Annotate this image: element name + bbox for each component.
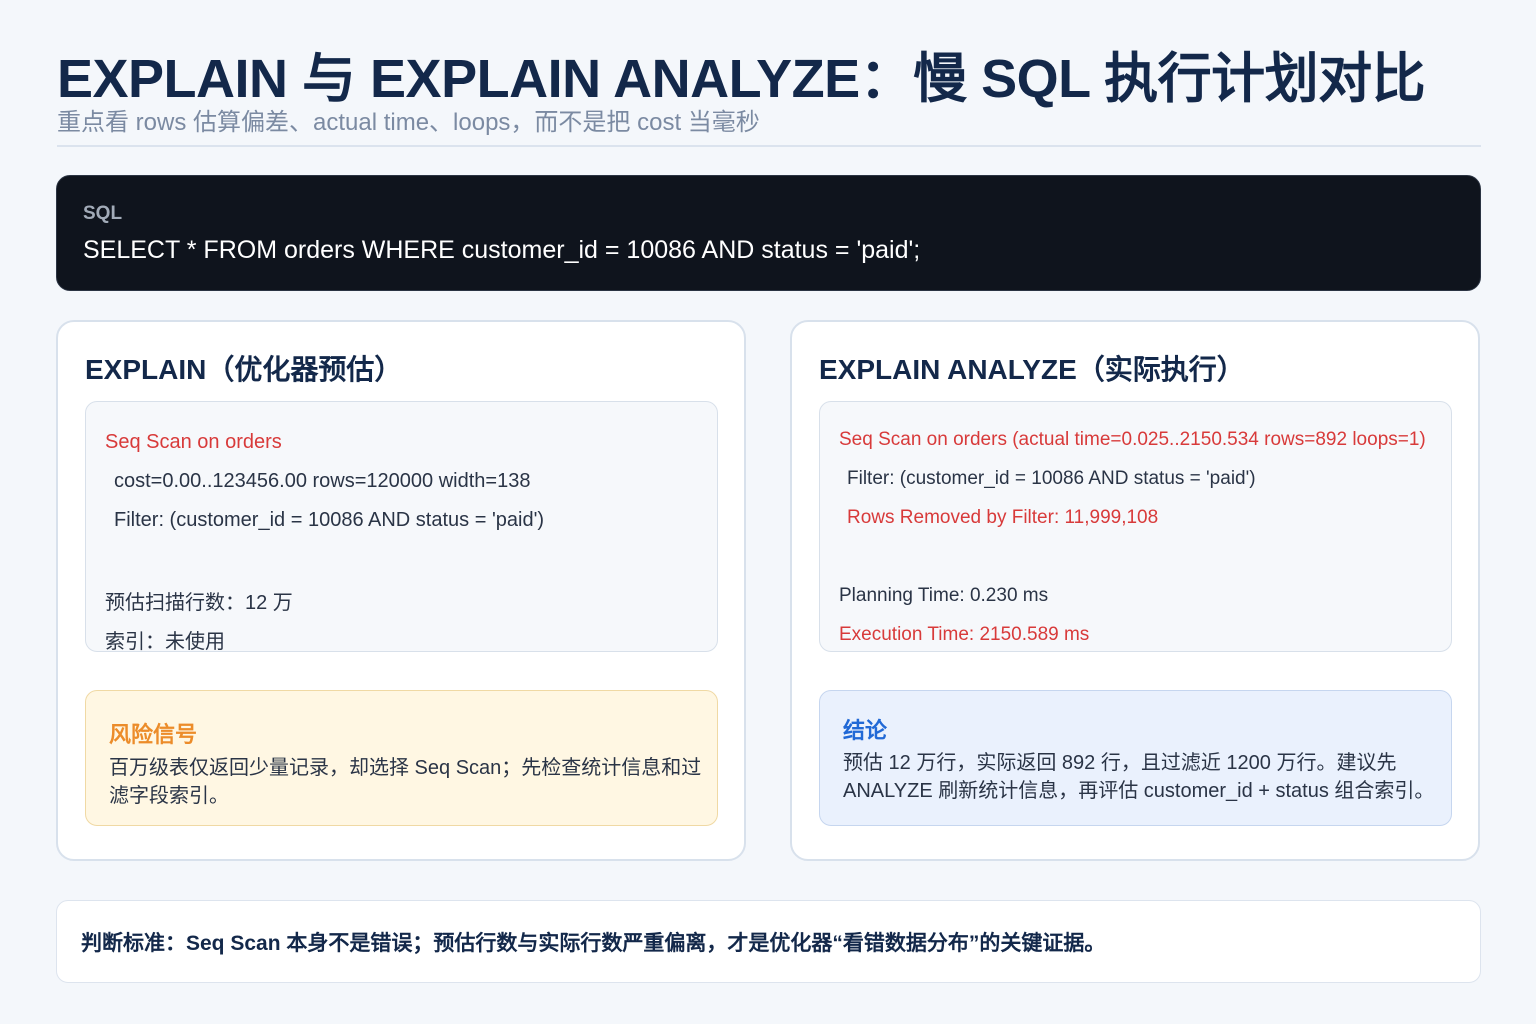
plan-filter-line: Filter: (customer_id = 10086 AND status … bbox=[114, 509, 545, 531]
risk-signal-callout: 风险信号 百万级表仅返回少量记录，却选择 Seq Scan；先检查统计信息和过滤… bbox=[85, 690, 718, 826]
risk-signal-text: 百万级表仅返回少量记录，却选择 Seq Scan；先检查统计信息和过滤字段索引。 bbox=[109, 757, 702, 807]
plan-node-line: Seq Scan on orders (actual time=0.025..2… bbox=[839, 429, 1426, 450]
explain-analyze-panel-title: EXPLAIN ANALYZE（实际执行） bbox=[819, 354, 1245, 385]
rows-removed-line: Rows Removed by Filter: 11,999,108 bbox=[847, 507, 1159, 528]
explain-panel-title: EXPLAIN（优化器预估） bbox=[85, 354, 403, 385]
sql-code-block: SQL SELECT * FROM orders WHERE customer_… bbox=[56, 175, 1481, 291]
conclusion-text: 预估 12 万行，实际返回 892 行，且过滤近 1200 万行。建议先 ANA… bbox=[843, 752, 1435, 802]
explain-plan-output: Seq Scan on orders cost=0.00..123456.00 … bbox=[85, 401, 718, 653]
judgment-criteria-banner: 判断标准：Seq Scan 本身不是错误；预估行数与实际行数严重偏离，才是优化器… bbox=[56, 900, 1481, 983]
risk-signal-title: 风险信号 bbox=[109, 722, 198, 747]
explain-analyze-panel: EXPLAIN ANALYZE（实际执行） Seq Scan on orders… bbox=[790, 320, 1480, 861]
plan-filter-line: Filter: (customer_id = 10086 AND status … bbox=[847, 468, 1256, 489]
header: EXPLAIN 与 EXPLAIN ANALYZE：慢 SQL 执行计划对比 重… bbox=[57, 46, 1481, 138]
planning-time-line: Planning Time: 0.230 ms bbox=[839, 585, 1049, 606]
header-divider bbox=[57, 145, 1481, 147]
judgment-criteria-text: 判断标准：Seq Scan 本身不是错误；预估行数与实际行数严重偏离，才是优化器… bbox=[81, 932, 1106, 955]
plan-node-line: Seq Scan on orders bbox=[105, 431, 282, 453]
page-title: EXPLAIN 与 EXPLAIN ANALYZE：慢 SQL 执行计划对比 bbox=[57, 49, 1426, 109]
execution-time-line: Execution Time: 2150.589 ms bbox=[839, 624, 1090, 645]
estimated-rows-line: 预估扫描行数：12 万 bbox=[105, 592, 293, 614]
conclusion-callout: 结论 预估 12 万行，实际返回 892 行，且过滤近 1200 万行。建议先 … bbox=[819, 690, 1452, 826]
analyze-plan-output: Seq Scan on orders (actual time=0.025..2… bbox=[819, 401, 1452, 652]
index-usage-line: 索引：未使用 bbox=[105, 631, 225, 653]
explain-panel: EXPLAIN（优化器预估） Seq Scan on orders cost=0… bbox=[56, 320, 746, 861]
sql-label: SQL bbox=[83, 203, 123, 224]
sql-statement: SELECT * FROM orders WHERE customer_id =… bbox=[83, 236, 921, 264]
conclusion-title: 结论 bbox=[843, 718, 888, 743]
page-subtitle: 重点看 rows 估算偏差、actual time、loops，而不是把 cos… bbox=[57, 109, 760, 136]
plan-cost-line: cost=0.00..123456.00 rows=120000 width=1… bbox=[114, 470, 531, 492]
